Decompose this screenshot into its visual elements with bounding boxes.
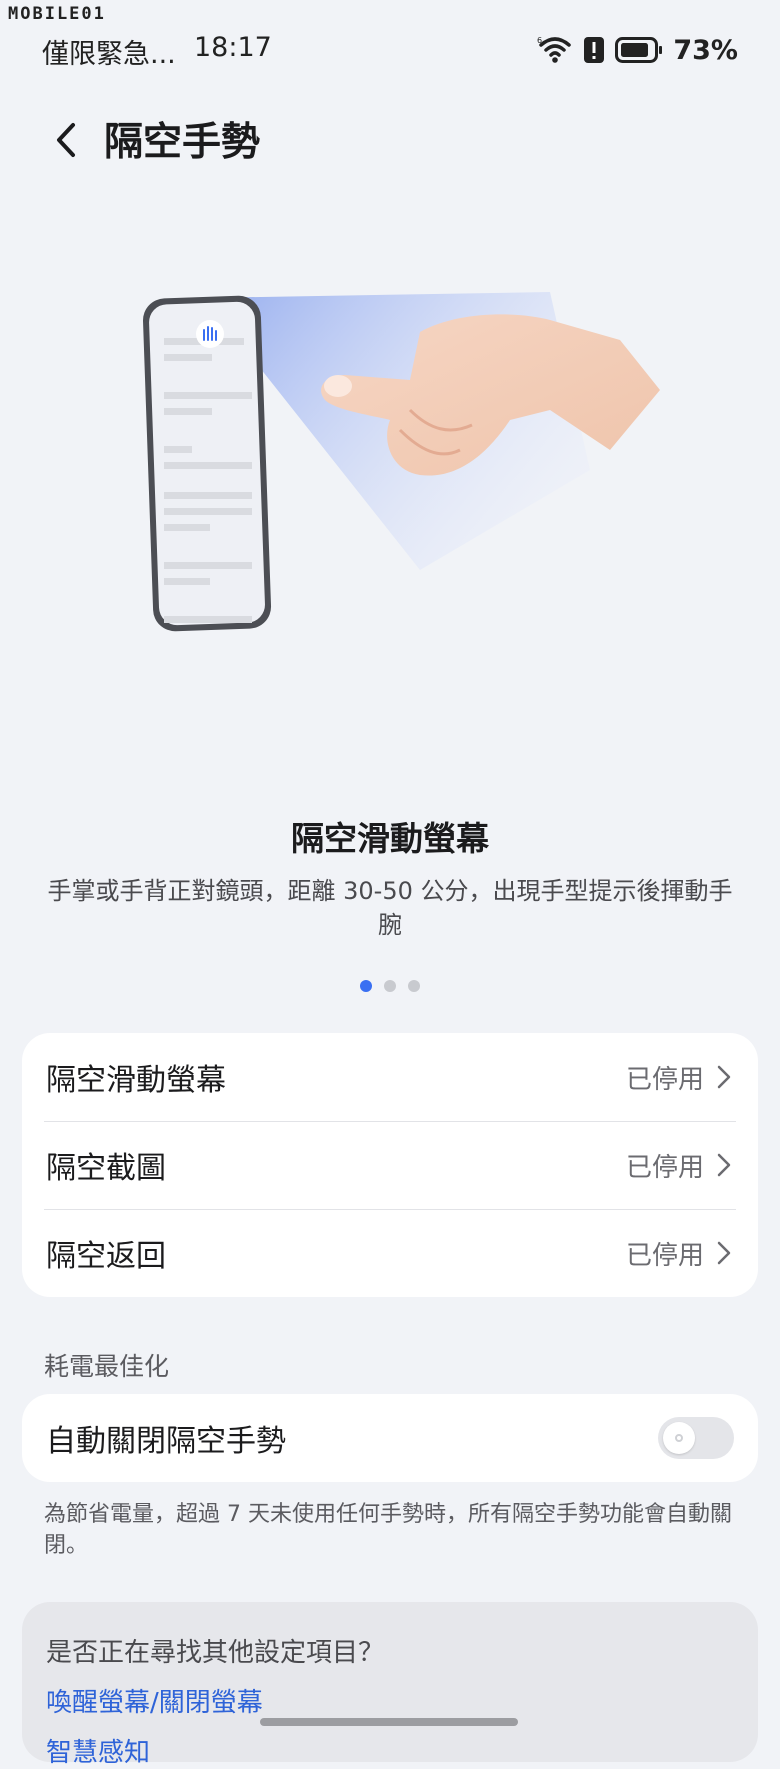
- clock: 18:17: [194, 32, 272, 63]
- gesture-label: 隔空滑動螢幕: [46, 1063, 226, 1098]
- power-footnote: 為節省電量，超過 7 天未使用任何手勢時，所有隔空手勢功能會自動關閉。: [44, 1502, 732, 1558]
- app-header: 隔空手勢: [0, 105, 780, 175]
- suggestions-card: 是否正在尋找其他設定項目？ 喚醒螢幕/關閉螢幕 智慧感知: [22, 1602, 758, 1768]
- auto-disable-switch[interactable]: [658, 1417, 734, 1459]
- back-button[interactable]: [44, 115, 88, 165]
- page-title: 隔空手勢: [104, 120, 261, 165]
- gesture-label: 隔空返回: [46, 1239, 166, 1274]
- suggestion-link-smart-sensing[interactable]: 智慧感知: [46, 1732, 150, 1769]
- gesture-row-back[interactable]: 隔空返回 已停用: [22, 1209, 758, 1297]
- pager-dot-3[interactable]: [408, 980, 420, 992]
- chevron-right-icon: [717, 1065, 731, 1089]
- auto-disable-label: 自動關閉隔空手勢: [46, 1424, 286, 1459]
- gesture-label: 隔空截圖: [46, 1151, 166, 1186]
- gesture-row-screenshot[interactable]: 隔空截圖 已停用: [22, 1121, 758, 1209]
- feature-title: 隔空滑動螢幕: [291, 819, 489, 858]
- pager-dot-2[interactable]: [384, 980, 396, 992]
- gesture-status: 已停用: [625, 1240, 704, 1271]
- chevron-right-icon: [717, 1241, 731, 1265]
- battery-icon: [615, 37, 663, 63]
- status-icons: 6 73%: [537, 30, 738, 70]
- chevron-left-icon: [57, 123, 75, 157]
- chevron-right-icon: [717, 1153, 731, 1177]
- suggestion-link-wake-screen[interactable]: 喚醒螢幕/關閉螢幕: [46, 1682, 263, 1719]
- pager-dot-1[interactable]: [360, 980, 372, 992]
- carousel-pager[interactable]: [0, 980, 780, 994]
- carrier-text: 僅限緊急...: [42, 39, 176, 70]
- battery-percentage: 73%: [673, 34, 738, 66]
- watermark-logo: MOBILE01: [8, 4, 106, 24]
- gesture-row-swipe[interactable]: 隔空滑動螢幕 已停用: [22, 1033, 758, 1121]
- wifi-icon: 6: [537, 36, 572, 63]
- gesture-illustration: [120, 270, 680, 670]
- feature-description: 手掌或手背正對鏡頭，距離 30-50 公分，出現手型提示後揮動手腕: [47, 877, 733, 939]
- gesture-illustration-graphic: [142, 292, 660, 632]
- status-bar: 僅限緊急... 18:17 6 73%: [0, 30, 780, 70]
- gesture-status: 已停用: [625, 1152, 704, 1183]
- alert-icon: [584, 37, 605, 63]
- auto-disable-row[interactable]: 自動關閉隔空手勢: [22, 1394, 758, 1482]
- gesture-status: 已停用: [625, 1064, 704, 1095]
- gesture-settings-list: 隔空滑動螢幕 已停用 隔空截圖 已停用 隔空返回 已停用: [22, 1033, 758, 1297]
- svg-text:6: 6: [537, 36, 542, 45]
- suggestions-title: 是否正在尋找其他設定項目？: [46, 1638, 385, 1668]
- switch-knob: [663, 1422, 695, 1454]
- home-indicator[interactable]: [260, 1718, 518, 1726]
- section-label-power: 耗電最佳化: [44, 1352, 170, 1381]
